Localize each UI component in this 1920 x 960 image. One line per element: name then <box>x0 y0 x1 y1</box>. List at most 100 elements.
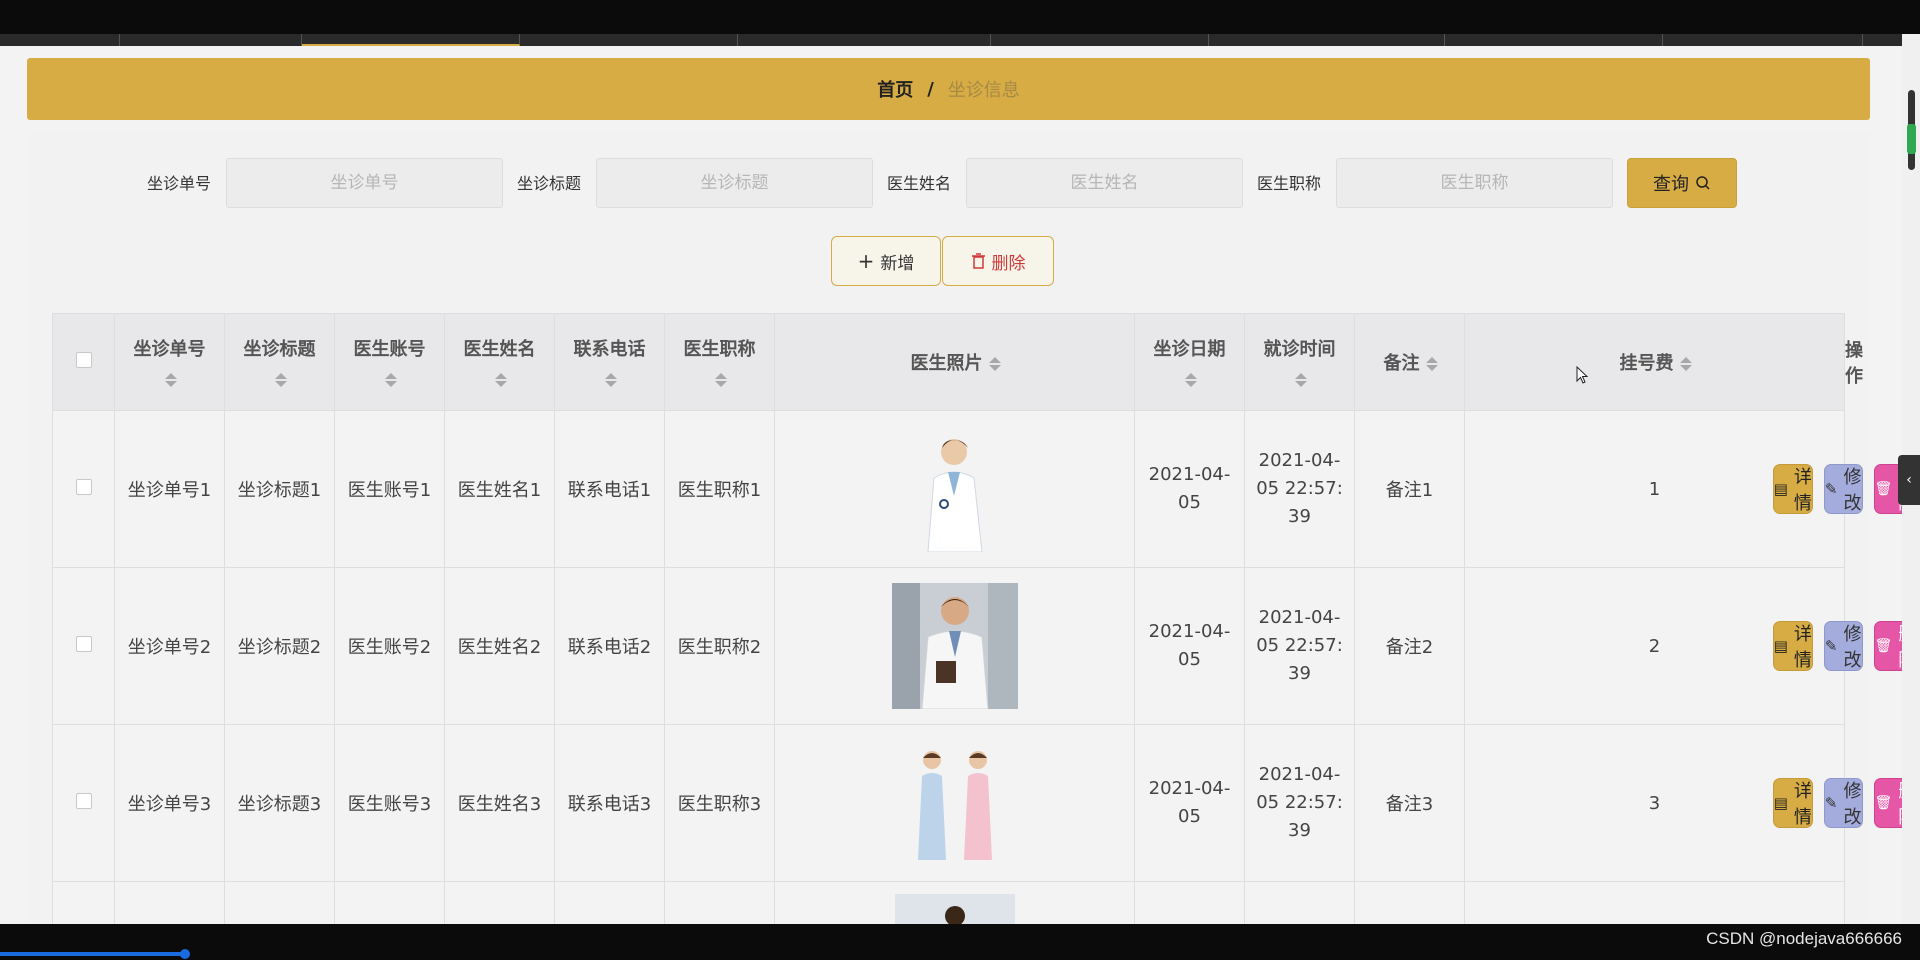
header-time[interactable]: 就诊时间 <box>1244 313 1355 411</box>
doctor-photo <box>891 583 1018 709</box>
sort-icon[interactable] <box>714 371 727 389</box>
header-no[interactable]: 坐诊单号 <box>114 313 225 411</box>
nav-item[interactable] <box>520 34 738 46</box>
cell-note: 备注3 <box>1354 724 1465 882</box>
cell-time: 2021-04- 05 22:57: 39 <box>1244 410 1355 568</box>
row-checkbox[interactable] <box>75 635 92 652</box>
detail-button[interactable]: ▤ 详情 <box>1772 464 1813 514</box>
breadcrumb-separator: / <box>927 78 934 100</box>
time-line: 39 <box>1288 506 1311 527</box>
nav-item-active[interactable] <box>302 34 520 46</box>
sort-icon[interactable] <box>1294 371 1307 389</box>
watermark-text: CSDN @nodejava666666 <box>1706 929 1902 948</box>
cell-title: 坐诊标题3 <box>224 724 335 882</box>
trash-icon: 🗑 <box>1874 638 1893 654</box>
cell-account: 医生账号2 <box>334 567 445 725</box>
header-rank[interactable]: 医生职称 <box>664 313 775 411</box>
cell-time: 2021-04- 05 22:57: 39 <box>1244 567 1355 725</box>
cell-time: 2021-04- 05 22:57: 39 <box>1244 724 1355 882</box>
nav-item[interactable] <box>991 34 1209 46</box>
document-icon: ▤ <box>1773 794 1788 812</box>
cell-account: 医生账号3 <box>334 724 445 882</box>
search-input-doctor-rank[interactable]: 医生职称 <box>1336 158 1613 208</box>
sort-icon[interactable] <box>604 371 617 389</box>
document-icon: ▤ <box>1773 637 1788 655</box>
add-button[interactable]: + 新增 <box>831 236 941 286</box>
header-label: 坐诊单号 <box>133 338 206 360</box>
sort-icon[interactable] <box>494 371 507 389</box>
breadcrumb: 首页 / 坐诊信息 <box>27 58 1870 120</box>
nav-item[interactable] <box>738 34 991 46</box>
chevron-left-icon[interactable]: ‹ <box>1898 455 1920 505</box>
header-fee[interactable]: 挂号费 <box>1464 313 1845 411</box>
sort-icon[interactable] <box>1679 355 1692 373</box>
cell-title: 坐诊标题1 <box>224 410 335 568</box>
cell-date: 2021-04-05 <box>1134 410 1245 568</box>
edit-label: 修改 <box>1843 624 1862 671</box>
document-icon: ▤ <box>1773 480 1788 498</box>
batch-delete-label: 删除 <box>991 253 1026 274</box>
detail-button[interactable]: ▤ 详情 <box>1772 621 1813 671</box>
header-account[interactable]: 医生账号 <box>334 313 445 411</box>
header-label: 医生照片 <box>910 353 983 374</box>
sort-icon[interactable] <box>384 371 397 389</box>
detail-label: 详情 <box>1793 781 1812 828</box>
header-title[interactable]: 坐诊标题 <box>224 313 335 411</box>
edit-button[interactable]: ✎ 修改 <box>1823 621 1863 671</box>
nav-item[interactable] <box>0 34 120 46</box>
cell-phone: 联系电话1 <box>554 410 665 568</box>
nav-item[interactable] <box>1209 34 1445 46</box>
nav-item[interactable] <box>120 34 302 46</box>
header-note[interactable]: 备注 <box>1354 313 1465 411</box>
trash-icon: 🗑 <box>1874 481 1893 497</box>
row-checkbox[interactable] <box>75 478 92 495</box>
sort-icon[interactable] <box>1425 355 1438 373</box>
header-name[interactable]: 医生姓名 <box>444 313 555 411</box>
select-all-checkbox[interactable] <box>75 351 92 368</box>
sort-icon[interactable] <box>164 371 177 389</box>
header-label: 挂号费 <box>1619 353 1674 374</box>
cell-phone: 联系电话2 <box>554 567 665 725</box>
cell-rank: 医生职称2 <box>664 567 775 725</box>
search-input-no[interactable]: 坐诊单号 <box>226 158 503 208</box>
detail-label: 详情 <box>1793 467 1812 514</box>
time-line: 2021-04- <box>1258 450 1341 471</box>
plus-icon: + <box>857 249 875 273</box>
time-line: 05 22:57: <box>1256 792 1343 813</box>
edit-button[interactable]: ✎ 修改 <box>1823 464 1863 514</box>
row-select-cell <box>52 724 115 882</box>
doctor-photo <box>891 426 1018 552</box>
cell-note: 备注2 <box>1354 567 1465 725</box>
sort-icon[interactable] <box>1184 371 1197 389</box>
cell-photo <box>774 567 1135 725</box>
cell-photo <box>774 724 1135 882</box>
sort-icon[interactable] <box>988 355 1001 373</box>
nav-item[interactable] <box>1445 34 1663 46</box>
row-select-cell <box>52 567 115 725</box>
batch-delete-button[interactable]: 删除 <box>942 236 1054 286</box>
pencil-icon: ✎ <box>1824 637 1838 655</box>
time-line: 2021-04- <box>1258 607 1341 628</box>
search-label-doctor-name: 医生姓名 <box>887 174 952 193</box>
sort-icon[interactable] <box>274 371 287 389</box>
header-label: 就诊时间 <box>1263 338 1336 360</box>
breadcrumb-home[interactable]: 首页 <box>877 76 913 102</box>
pencil-icon: ✎ <box>1824 794 1838 812</box>
mouse-cursor-icon <box>1576 366 1588 384</box>
query-button[interactable]: 查询 <box>1627 158 1737 208</box>
edit-button[interactable]: ✎ 修改 <box>1823 778 1863 828</box>
video-progress-bar[interactable] <box>0 952 186 956</box>
header-photo[interactable]: 医生照片 <box>774 313 1135 411</box>
select-all-cell <box>52 313 115 411</box>
nav-item[interactable] <box>1663 34 1863 46</box>
row-checkbox[interactable] <box>75 792 92 809</box>
search-input-title[interactable]: 坐诊标题 <box>596 158 873 208</box>
search-input-doctor-name[interactable]: 医生姓名 <box>966 158 1243 208</box>
time-line: 05 22:57: <box>1256 635 1343 656</box>
header-date[interactable]: 坐诊日期 <box>1134 313 1245 411</box>
detail-button[interactable]: ▤ 详情 <box>1772 778 1813 828</box>
edit-label: 修改 <box>1843 467 1862 514</box>
video-progress-handle[interactable] <box>180 949 190 959</box>
header-label: 医生职称 <box>683 338 756 360</box>
header-phone[interactable]: 联系电话 <box>554 313 665 411</box>
